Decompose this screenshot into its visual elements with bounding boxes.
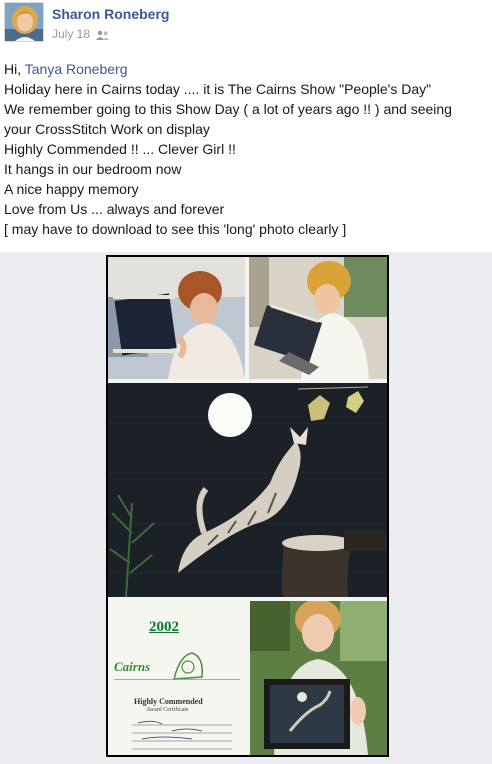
certificate-logo: Cairns <box>114 659 151 674</box>
photo-area: 2002 Cairns Highly Commended Award Certi… <box>0 252 492 764</box>
greeting-line: Hi, Tanya Roneberg <box>4 59 488 79</box>
photo-certificate: 2002 Cairns Highly Commended Award Certi… <box>108 601 246 755</box>
message-line: Highly Commended !! ... Clever Girl !! <box>4 141 236 157</box>
certificate-year: 2002 <box>149 619 179 635</box>
photo-stitching-right <box>249 257 387 379</box>
post-meta: July 18 <box>52 27 110 41</box>
mention-link[interactable]: Tanya Roneberg <box>25 61 128 77</box>
post-message: Hi, Tanya Roneberg Holiday here in Cairn… <box>4 59 488 239</box>
photo-crossstitch-cat <box>108 383 387 597</box>
message-line: Holiday here in Cairns today .... it is … <box>4 81 432 97</box>
author-name[interactable]: Sharon Roneberg <box>52 6 169 22</box>
message-line: Love from Us ... always and forever <box>4 201 225 217</box>
post-date[interactable]: July 18 <box>52 27 90 41</box>
photo-girl-with-frame <box>250 601 387 755</box>
certificate-emblem-icon <box>173 652 204 680</box>
certificate-title: Highly Commended <box>134 697 203 706</box>
photo-stitching-left <box>108 257 245 379</box>
certificate-subtitle: Award Certificate <box>146 707 189 713</box>
avatar-image <box>5 3 43 41</box>
message-line: A nice happy memory <box>4 181 139 197</box>
post-photo[interactable]: 2002 Cairns Highly Commended Award Certi… <box>106 255 389 757</box>
message-line: We remember going to this Show Day ( a l… <box>4 101 452 117</box>
message-line: your CrossStitch Work on display <box>4 121 210 137</box>
friends-icon[interactable] <box>96 29 110 40</box>
message-line: It hangs in our bedroom now <box>4 161 182 177</box>
post-header: Sharon Roneberg July 18 <box>0 0 492 48</box>
author-avatar[interactable] <box>4 2 44 42</box>
message-line: [ may have to download to see this 'long… <box>4 221 347 237</box>
greeting-text: Hi, <box>4 61 25 77</box>
